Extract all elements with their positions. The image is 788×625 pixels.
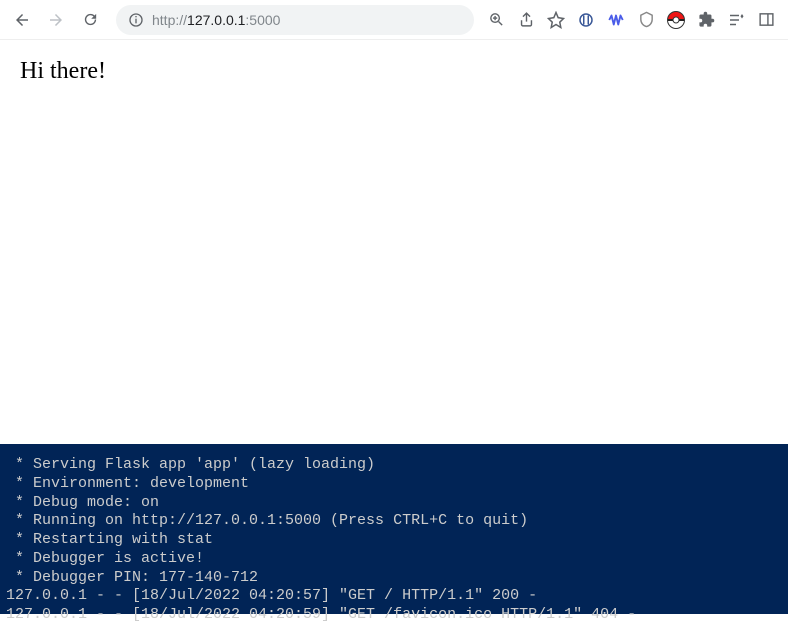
site-info-icon[interactable] [128, 12, 144, 28]
side-panel-icon[interactable] [756, 10, 776, 30]
arrow-left-icon [13, 11, 31, 29]
share-icon[interactable] [516, 10, 536, 30]
terminal-line: 127.0.0.1 - - [18/Jul/2022 04:20:57] "GE… [6, 587, 782, 606]
terminal-line: * Serving Flask app 'app' (lazy loading) [6, 456, 782, 475]
pokeball-icon [667, 11, 685, 29]
zoom-icon[interactable] [486, 10, 506, 30]
terminal-line: * Debugger is active! [6, 550, 782, 569]
back-button[interactable] [8, 6, 36, 34]
extension-icon-1[interactable] [576, 10, 596, 30]
page-body-text: Hi there! [20, 58, 106, 84]
terminal-line: * Environment: development [6, 475, 782, 494]
arrow-right-icon [47, 11, 65, 29]
terminal-line: * Debugger PIN: 177-140-712 [6, 569, 782, 588]
extensions-puzzle-icon[interactable] [696, 10, 716, 30]
terminal-line: * Running on http://127.0.0.1:5000 (Pres… [6, 512, 782, 531]
toolbar-right-icons [486, 10, 780, 30]
terminal-line: 127.0.0.1 - - [18/Jul/2022 04:20:59] "GE… [6, 606, 782, 625]
address-bar[interactable]: http://127.0.0.1:5000 [116, 5, 474, 35]
url-text: http://127.0.0.1:5000 [152, 12, 280, 28]
reload-icon [82, 11, 99, 28]
terminal-line: * Debug mode: on [6, 494, 782, 513]
extension-icon-2[interactable] [606, 10, 626, 30]
extension-icon-3[interactable] [636, 10, 656, 30]
extension-icon-pokeball[interactable] [666, 10, 686, 30]
terminal-line: * Restarting with stat [6, 531, 782, 550]
reading-list-icon[interactable] [726, 10, 746, 30]
browser-toolbar: http://127.0.0.1:5000 [0, 0, 788, 40]
forward-button[interactable] [42, 6, 70, 34]
bookmark-star-icon[interactable] [546, 10, 566, 30]
reload-button[interactable] [76, 6, 104, 34]
terminal-output[interactable]: * Serving Flask app 'app' (lazy loading)… [0, 444, 788, 614]
page-content: Hi there! [0, 40, 788, 444]
